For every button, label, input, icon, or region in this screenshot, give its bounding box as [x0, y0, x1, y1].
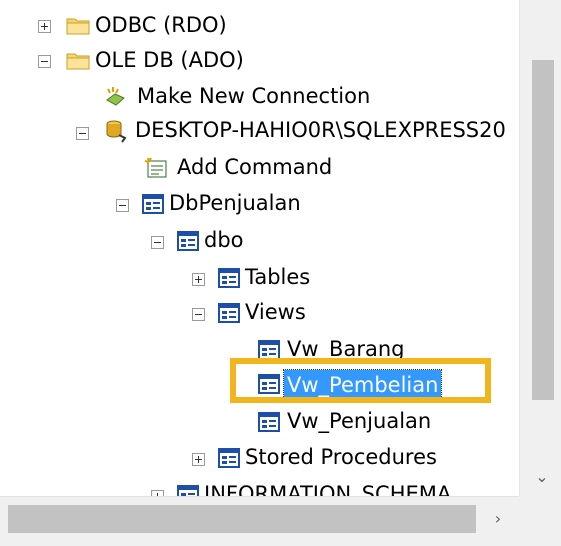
- view-folder-icon: [218, 303, 240, 323]
- server-connection-icon: [104, 119, 127, 143]
- scroll-right-arrow-icon[interactable]: ›: [484, 505, 512, 533]
- tree-node-label: Views: [245, 300, 306, 324]
- tree-node-label: INFORMATION_SCHEMA: [204, 482, 452, 496]
- horizontal-scroll-thumb[interactable]: [8, 505, 476, 533]
- schema-icon: [177, 485, 199, 496]
- database-icon: [142, 194, 164, 214]
- tree-node-label: dbo: [204, 228, 244, 252]
- tree-node-label: DbPenjualan: [169, 191, 301, 215]
- tree-node-label: Vw_Penjualan: [287, 409, 432, 433]
- tree-node-label: Make New Connection: [137, 84, 371, 108]
- view-icon: [258, 412, 280, 432]
- add-command-icon: [144, 157, 167, 178]
- tree-node-label: OLE DB (ADO): [95, 48, 244, 72]
- view-icon: [258, 340, 280, 360]
- tree-node-label: Stored Procedures: [245, 445, 437, 469]
- procedure-folder-icon: [218, 448, 240, 468]
- connection-tree[interactable]: ODBC (RDO) OLE DB (ADO) Make New Connect…: [0, 0, 519, 496]
- folder-icon: [66, 15, 90, 35]
- collapse-icon[interactable]: [38, 55, 51, 68]
- schema-icon: [177, 231, 199, 251]
- vertical-scrollbar[interactable]: ⌄: [519, 0, 561, 496]
- new-connection-icon: [104, 86, 126, 106]
- table-folder-icon: [218, 268, 240, 288]
- expand-icon[interactable]: [192, 273, 205, 286]
- folder-icon: [66, 50, 90, 70]
- collapse-icon[interactable]: [116, 199, 129, 212]
- tree-node-label: Add Command: [177, 155, 333, 179]
- tree-node-label: Vw_Barang: [287, 337, 405, 361]
- vertical-scroll-thumb[interactable]: [532, 60, 554, 400]
- scroll-down-arrow-icon[interactable]: ⌄: [528, 464, 556, 490]
- horizontal-scrollbar[interactable]: ›: [0, 496, 519, 546]
- collapse-icon[interactable]: [151, 236, 164, 249]
- scrollbar-corner: [519, 496, 561, 546]
- view-icon: [258, 374, 280, 394]
- tree-node-label: DESKTOP-HAHIO0R\SQLEXPRESS20: [135, 118, 506, 142]
- tree-node-label-selected: Vw_Pembelian: [282, 369, 443, 401]
- expand-icon[interactable]: [192, 453, 205, 466]
- tree-node-label: ODBC (RDO): [95, 13, 227, 37]
- tree-node-label: Tables: [245, 265, 311, 289]
- collapse-icon[interactable]: [192, 308, 205, 321]
- expand-icon[interactable]: [38, 20, 51, 33]
- collapse-icon[interactable]: [76, 127, 89, 140]
